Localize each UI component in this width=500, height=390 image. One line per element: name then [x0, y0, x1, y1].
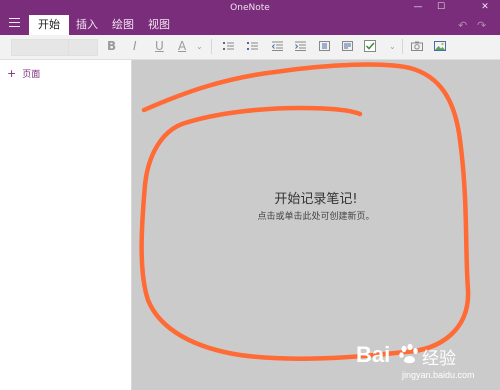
italic-button[interactable]: I	[133, 39, 137, 53]
font-family-dropdown[interactable]	[11, 39, 69, 56]
underline-button[interactable]: U	[155, 39, 164, 53]
hamburger-menu-icon[interactable]	[9, 18, 20, 27]
tab-insert[interactable]: 插入	[73, 15, 101, 35]
toolbar-separator	[402, 39, 403, 54]
empty-note-subtitle: 点击或单击此处可创建新页。	[257, 212, 375, 222]
to-do-list-icon[interactable]	[342, 41, 353, 51]
image-icon[interactable]	[434, 41, 446, 51]
bulleted-list-icon[interactable]	[223, 41, 234, 51]
align-icon[interactable]	[319, 41, 330, 51]
checkbox-icon[interactable]	[364, 40, 377, 52]
title-bar: OneNote — ☐ ✕ 开始 插入 绘图 视图 ↶ ↷	[0, 0, 500, 35]
note-canvas[interactable]: 开始记录笔记! 点击或单击此处可创建新页。	[132, 60, 500, 390]
tag-chevron-down-icon[interactable]: ⌄	[389, 42, 396, 51]
watermark: Bai 经验 jingyan.baidu.com	[352, 342, 500, 390]
numbered-list-icon[interactable]	[247, 41, 258, 51]
bold-button[interactable]: B	[107, 39, 116, 53]
pages-sidebar: + 页面	[0, 60, 132, 390]
ribbon-toolbar: B I U A ⌄ ⌄	[0, 35, 500, 60]
tab-draw[interactable]: 绘图	[108, 15, 138, 35]
font-color-chevron-down-icon[interactable]: ⌄	[196, 42, 203, 51]
font-color-button[interactable]: A	[178, 39, 186, 53]
undo-icon[interactable]: ↶	[458, 19, 467, 32]
tab-home[interactable]: 开始	[29, 15, 69, 35]
tab-view[interactable]: 视图	[145, 15, 173, 35]
redo-icon[interactable]: ↷	[477, 19, 486, 32]
maximize-icon[interactable]: ☐	[430, 0, 452, 14]
watermark-url: jingyan.baidu.com	[402, 370, 475, 380]
font-size-dropdown[interactable]	[68, 39, 98, 56]
add-page-label: 页面	[22, 70, 41, 80]
camera-icon[interactable]	[411, 41, 423, 51]
increase-indent-icon[interactable]	[295, 41, 306, 51]
minimize-icon[interactable]: —	[407, 0, 429, 14]
decrease-indent-icon[interactable]	[272, 41, 283, 51]
toolbar-separator	[211, 39, 212, 54]
watermark-brand-cn: 经验	[422, 349, 456, 368]
plus-icon: +	[7, 67, 17, 80]
close-icon[interactable]: ✕	[474, 0, 496, 14]
paw-logo-icon	[399, 343, 418, 364]
watermark-brand: Bai	[356, 342, 391, 367]
add-page-button[interactable]: + 页面	[7, 67, 40, 80]
empty-note-title: 开始记录笔记!	[274, 192, 358, 207]
